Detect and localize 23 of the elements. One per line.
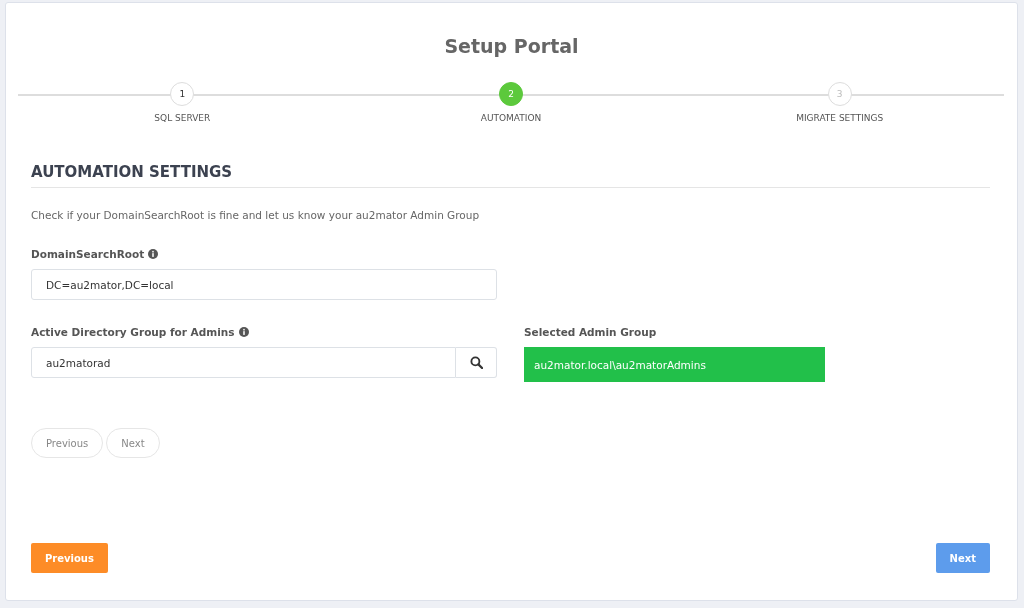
info-icon [238,327,249,337]
field-label: Active Directory Group for Admins [31,326,235,338]
section-description: Check if your DomainSearchRoot is fine and let us know your au2mator Admin Group [31,209,481,221]
previous-button[interactable]: Previous [31,428,104,458]
input-field[interactable]: au2matorad [31,347,456,378]
next-button[interactable]: Next [935,543,990,573]
field-label: DomainSearchRoot [31,248,145,260]
search-button[interactable] [456,347,497,378]
next-button[interactable]: Next [106,428,160,458]
page-title: Setup Portal [443,35,580,59]
step-label: AUTOMATION [480,113,542,123]
step-label: MIGRATE SETTINGS [796,113,884,123]
info-icon [148,249,159,259]
selected-group-value: au2mator.local\au2matorAdmins [524,347,825,382]
step-number[interactable]: 3 [827,82,852,106]
previous-button[interactable]: Previous [31,543,108,573]
step-number[interactable]: 2 [499,82,523,106]
step-number[interactable]: 1 [170,82,195,106]
step-label: SQL SERVER [154,113,211,123]
search-icon [469,356,483,369]
field-label: Selected Admin Group [524,326,657,338]
input-field[interactable]: DC=au2mator,DC=local [31,269,497,300]
section-heading: AUTOMATION SETTINGS [31,163,990,188]
